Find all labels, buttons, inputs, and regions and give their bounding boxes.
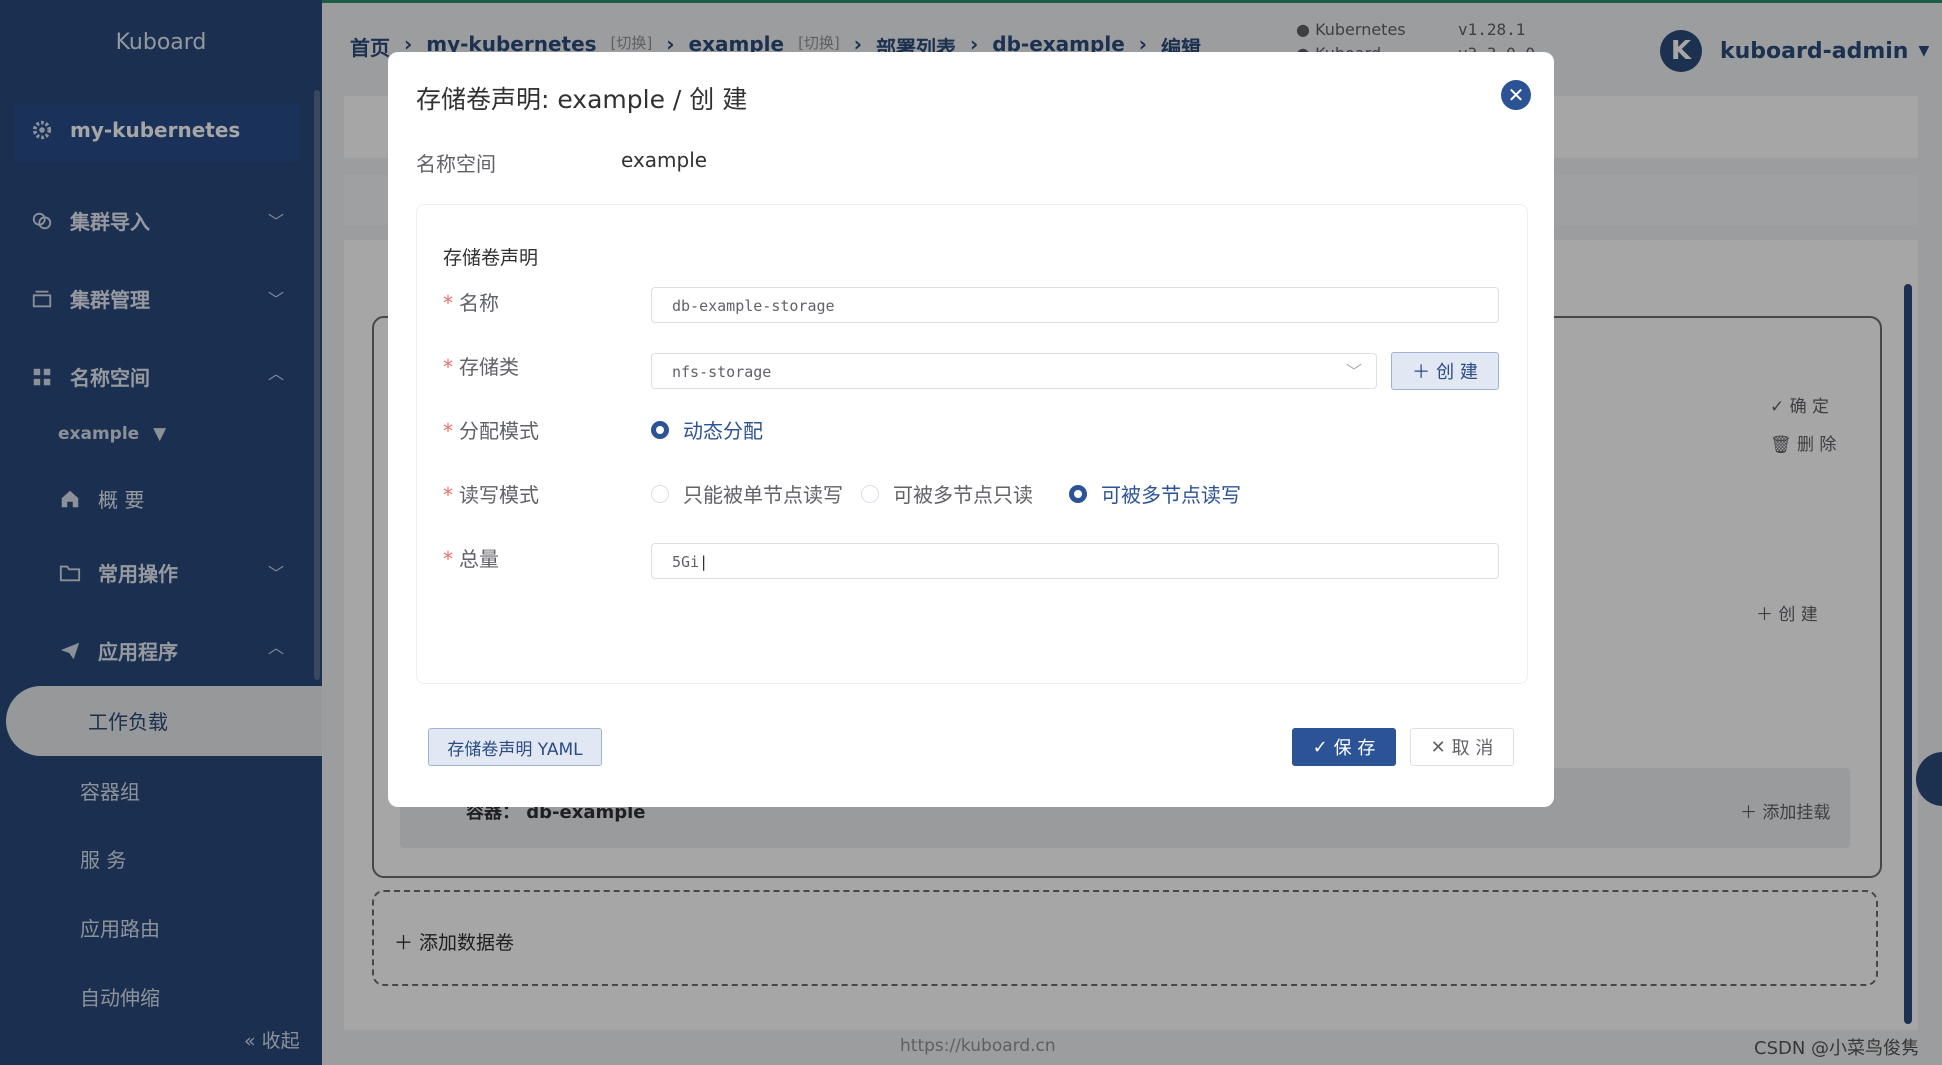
capacity-input[interactable]: 5Gi|	[651, 543, 1499, 579]
pvc-create-dialog: 存储卷声明: example / 创 建 ✕ 名称空间 example 存储卷声…	[388, 52, 1554, 807]
radio-label: 可被多节点读写	[1101, 483, 1241, 507]
radio-dot	[651, 420, 669, 439]
storage-class-select[interactable]: nfs-storage ﹀	[651, 353, 1377, 389]
required-mark: *	[443, 355, 453, 379]
radio-rw-once[interactable]: 只能被单节点读写	[651, 479, 843, 508]
pvc-yaml-button[interactable]: 存储卷声明 YAML	[428, 728, 602, 766]
storage-class-value: nfs-storage	[672, 363, 772, 381]
close-button[interactable]: ✕	[1501, 80, 1531, 110]
cancel-button[interactable]: ✕ 取 消	[1410, 728, 1514, 766]
close-icon: ✕	[1430, 736, 1446, 758]
save-label: 保 存	[1333, 738, 1376, 759]
save-button[interactable]: ✓ 保 存	[1292, 728, 1396, 766]
alloc-mode-label-text: 分配模式	[459, 419, 539, 443]
radio-rw-many[interactable]: 可被多节点读写	[1069, 479, 1241, 508]
pvc-form-section: 存储卷声明 * 名称 db-example-storage * 存储类 nfs-st…	[416, 204, 1528, 684]
plus-icon: ＋	[1412, 362, 1431, 383]
create-button-label: 创 建	[1436, 362, 1478, 383]
required-mark: *	[443, 483, 453, 507]
required-mark: *	[443, 547, 453, 571]
capacity-value: 5Gi	[672, 553, 700, 571]
radio-label: 动态分配	[683, 419, 763, 443]
create-storage-class-button[interactable]: ＋创 建	[1391, 352, 1499, 390]
namespace-label: 名称空间	[416, 152, 496, 176]
radio-ro-many[interactable]: 可被多节点只读	[861, 479, 1033, 508]
radio-dot	[651, 484, 669, 503]
alloc-mode-label: * 分配模式	[443, 415, 539, 444]
chevron-down-icon: ﹀	[1345, 362, 1362, 381]
radio-dynamic-alloc[interactable]: 动态分配	[651, 415, 763, 444]
namespace-value: example	[621, 148, 708, 172]
cancel-label: 取 消	[1451, 738, 1494, 759]
radio-label: 可被多节点只读	[893, 483, 1033, 507]
radio-label: 只能被单节点读写	[683, 483, 843, 507]
storage-class-label: * 存储类	[443, 351, 519, 380]
capacity-label: * 总量	[443, 543, 499, 572]
required-mark: *	[443, 419, 453, 443]
close-icon: ✕	[1507, 83, 1525, 107]
capacity-label-text: 总量	[459, 547, 499, 571]
section-title: 存储卷声明	[443, 247, 539, 269]
rw-mode-label: * 读写模式	[443, 479, 539, 508]
rw-mode-label-text: 读写模式	[459, 483, 539, 507]
dialog-title: 存储卷声明: example / 创 建	[416, 85, 748, 114]
storage-class-label-text: 存储类	[459, 355, 519, 379]
text-cursor: |	[699, 553, 709, 571]
radio-dot	[861, 484, 879, 503]
name-label: * 名称	[443, 287, 499, 316]
name-input[interactable]: db-example-storage	[651, 287, 1499, 323]
radio-dot	[1069, 484, 1087, 503]
name-label-text: 名称	[459, 291, 499, 315]
check-icon: ✓	[1312, 736, 1328, 758]
required-mark: *	[443, 291, 453, 315]
